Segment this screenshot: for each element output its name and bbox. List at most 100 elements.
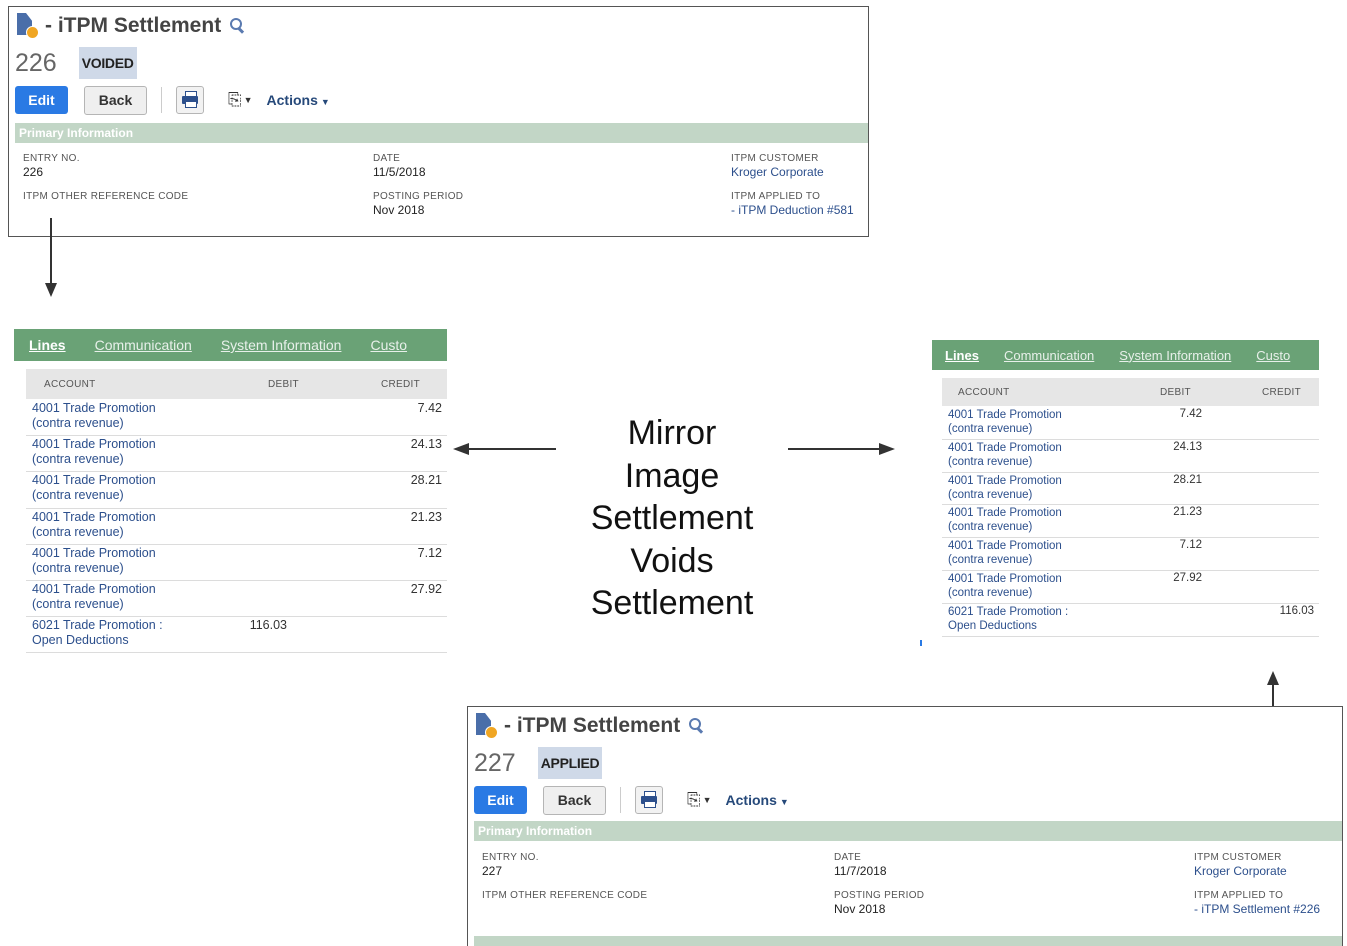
new-document-icon: ⎘ — [687, 790, 701, 809]
column-account: ACCOUNT — [44, 379, 96, 390]
account-line: 4001 Trade Promotion — [948, 507, 1062, 520]
account-line: 6021 Trade Promotion : — [948, 605, 1069, 618]
account-link[interactable]: 4001 Trade Promotion (contra revenue) — [32, 473, 156, 503]
section-primary-information[interactable]: Primary Information — [15, 123, 868, 143]
account-link[interactable]: 4001 Trade Promotion (contra revenue) — [32, 510, 156, 540]
tab-lines[interactable]: Lines — [945, 348, 979, 363]
credit-cell: 7.12 — [417, 545, 442, 560]
account-link[interactable]: 4001 Trade Promotion (contra revenue) — [948, 506, 1062, 534]
next-section-bar — [474, 936, 1342, 946]
lines-grid-applied: Lines Communication System Information C… — [932, 340, 1319, 638]
account-line: (contra revenue) — [948, 423, 1033, 435]
back-button[interactable]: Back — [84, 85, 147, 115]
print-button[interactable] — [176, 86, 204, 114]
account-link[interactable]: 4001 Trade Promotion (contra revenue) — [948, 441, 1062, 469]
credit-cell: 27.92 — [410, 582, 442, 596]
table-row: 4001 Trade Promotion (contra revenue) 21.2… — [942, 504, 1319, 539]
posting-period-field: POSTING PERIOD Nov 2018 — [834, 890, 925, 916]
caption-line: Settlement — [590, 499, 754, 537]
tab-custom[interactable]: Custo — [370, 337, 407, 353]
customer-link[interactable]: Kroger Corporate — [1194, 864, 1287, 878]
search-icon[interactable] — [689, 718, 705, 734]
record-number-row: 226 VOIDED — [15, 45, 137, 81]
column-credit: CREDIT — [381, 379, 421, 390]
account-link[interactable]: 4001 Trade Promotion (contra revenue) — [948, 474, 1062, 502]
column-debit: DEBIT — [268, 379, 299, 390]
account-link[interactable]: 4001 Trade Promotion (contra revenue) — [32, 437, 156, 467]
account-line: (contra revenue) — [948, 488, 1033, 501]
account-link[interactable]: 4001 Trade Promotion (contra revenue) — [948, 408, 1062, 436]
toolbar: Edit Back ⎘ ▼ Actions ▼ — [474, 785, 789, 815]
back-button[interactable]: Back — [543, 785, 606, 815]
tab-system-information[interactable]: System Information — [221, 337, 342, 353]
primary-fields: ENTRY NO. 227 ITPM OTHER REFERENCE CODE … — [468, 852, 1342, 932]
subtab-bar: Lines Communication System Information C… — [932, 340, 1319, 370]
account-link[interactable]: 4001 Trade Promotion (contra revenue) — [948, 572, 1062, 600]
table-row: 4001 Trade Promotion (contra revenue) 7.12 — [942, 537, 1319, 571]
actions-menu[interactable]: Actions ▼ — [726, 792, 789, 808]
tab-custom[interactable]: Custo — [1256, 348, 1290, 363]
arrow-right-shaft — [788, 448, 880, 450]
applied-to-field: ITPM APPLIED TO - iTPM Settlement #226 — [1194, 890, 1321, 916]
status-badge: APPLIED — [537, 747, 603, 779]
account-link[interactable]: 4001 Trade Promotion (contra revenue) — [32, 582, 156, 612]
account-link[interactable]: 4001 Trade Promotion (contra revenue) — [948, 539, 1062, 567]
debit-cell: 24.13 — [1173, 440, 1202, 453]
edit-button[interactable]: Edit — [15, 86, 68, 114]
debit-cell: 21.23 — [1173, 506, 1202, 519]
customer-field: ITPM CUSTOMER Kroger Corporate — [731, 153, 824, 179]
credit-cell: 116.03 — [1279, 604, 1314, 617]
record-number-row: 227 APPLIED — [474, 745, 603, 781]
arrow-left-shaft — [468, 448, 556, 450]
settlement-record-227: - iTPM Settlement 227 APPLIED Edit Back … — [467, 706, 1343, 946]
print-button[interactable] — [635, 786, 663, 814]
account-line: (contra revenue) — [948, 554, 1033, 567]
credit-cell: 7.42 — [417, 401, 442, 415]
table-row: 4001 Trade Promotion (contra revenue) 27.9… — [942, 570, 1319, 604]
section-primary-information[interactable]: Primary Information — [474, 821, 1342, 841]
applied-to-link[interactable]: - iTPM Settlement #226 — [1194, 902, 1320, 916]
tab-communication[interactable]: Communication — [95, 337, 192, 353]
column-debit: DEBIT — [1160, 387, 1191, 398]
other-reference-code-field: ITPM OTHER REFERENCE CODE — [23, 191, 189, 202]
date-value: 11/5/2018 — [373, 165, 426, 179]
actions-menu[interactable]: Actions ▼ — [267, 92, 330, 108]
new-record-button[interactable]: ⎘ ▼ — [228, 90, 253, 110]
tab-system-information[interactable]: System Information — [1119, 348, 1231, 363]
account-line: 4001 Trade Promotion — [948, 573, 1062, 585]
account-line: Open Deductions — [32, 633, 129, 648]
toolbar-divider — [620, 787, 621, 813]
printer-icon — [641, 791, 657, 808]
arrow-down-head — [45, 283, 57, 297]
debit-cell: 116.03 — [249, 618, 287, 633]
tab-lines[interactable]: Lines — [29, 337, 66, 353]
column-header: ACCOUNT DEBIT CREDIT — [26, 369, 447, 399]
account-line: 4001 Trade Promotion — [32, 545, 156, 560]
applied-to-link[interactable]: - iTPM Deduction #581 — [731, 203, 854, 217]
status-badge: VOIDED — [78, 47, 137, 79]
edit-button[interactable]: Edit — [474, 786, 527, 814]
account-link[interactable]: 4001 Trade Promotion (contra revenue) — [32, 546, 156, 576]
toolbar-divider — [161, 87, 162, 113]
account-link[interactable]: 6021 Trade Promotion : Open Deductions — [32, 618, 163, 648]
customer-link[interactable]: Kroger Corporate — [731, 165, 824, 179]
account-line: 4001 Trade Promotion — [948, 474, 1062, 487]
date-field: DATE 11/7/2018 — [834, 852, 887, 878]
record-number: 226 — [15, 48, 57, 77]
account-line: (contra revenue) — [948, 587, 1033, 599]
new-document-icon: ⎘ — [228, 90, 242, 109]
table-row: 4001 Trade Promotion (contra revenue) 7.12 — [26, 544, 447, 581]
new-record-button[interactable]: ⎘ ▼ — [687, 790, 712, 810]
column-account: ACCOUNT — [958, 387, 1010, 398]
entry-no-value: 227 — [482, 864, 503, 878]
table-row: 4001 Trade Promotion (contra revenue) 7.42 — [942, 406, 1319, 440]
record-header: - iTPM Settlement — [15, 12, 246, 40]
tab-communication[interactable]: Communication — [1004, 348, 1094, 363]
date-value: 11/7/2018 — [834, 864, 887, 878]
search-icon[interactable] — [230, 18, 246, 34]
account-link[interactable]: 4001 Trade Promotion (contra revenue) — [32, 401, 156, 431]
account-link[interactable]: 6021 Trade Promotion : Open Deductions — [948, 605, 1068, 633]
cursor-mark — [920, 640, 922, 646]
page-title: - iTPM Settlement — [504, 714, 681, 737]
account-line: 4001 Trade Promotion — [948, 409, 1062, 421]
